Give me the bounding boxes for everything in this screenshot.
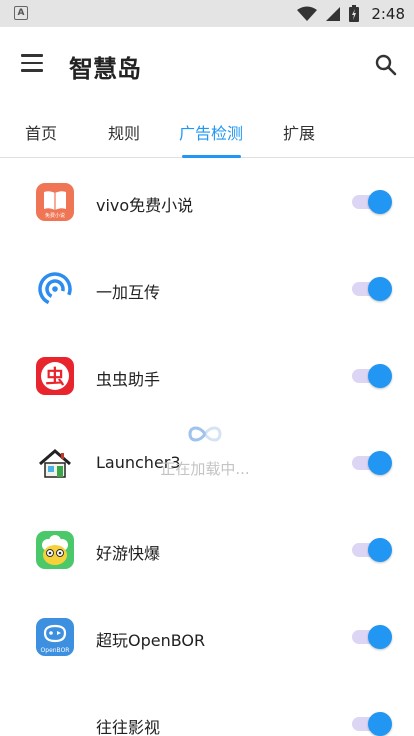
app-name: 虫虫助手 — [96, 370, 161, 389]
toggle-switch[interactable] — [352, 451, 392, 475]
clock: 2:48 — [371, 4, 405, 23]
launcher-house-icon — [36, 444, 74, 482]
list-item[interactable]: 一加互传 — [0, 245, 414, 332]
oneplus-share-icon — [36, 270, 74, 308]
battery-icon — [349, 5, 360, 22]
list-item[interactable]: 往往影视 — [0, 680, 414, 736]
app-name: vivo免费小说 — [96, 196, 194, 215]
svg-text:免费小说: 免费小说 — [45, 212, 65, 219]
signal-icon — [326, 6, 341, 21]
list-item[interactable]: 虫 虫虫助手 — [0, 332, 414, 419]
list-item[interactable]: OpenBOR 超玩OpenBOR — [0, 593, 414, 680]
loading-text: 正在加载中... — [160, 460, 250, 478]
chongchong-icon: 虫 — [36, 357, 74, 395]
toggle-switch[interactable] — [352, 190, 392, 214]
app-name: 一加互传 — [96, 283, 161, 302]
toggle-switch[interactable] — [352, 538, 392, 562]
openbor-icon: OpenBOR — [36, 618, 74, 656]
app-bar: 智慧岛 — [0, 27, 414, 102]
tab-bar: 首页 规则 广告检测 扩展 — [0, 102, 414, 158]
tab-ad-detection[interactable]: 广告检测 — [179, 120, 243, 144]
list-item[interactable]: 免费小说 vivo免费小说 — [0, 158, 414, 245]
notification-a-icon: A — [14, 6, 28, 20]
app-name: 往往影视 — [96, 718, 161, 736]
svg-text:OpenBOR: OpenBOR — [41, 647, 70, 654]
infinity-spinner-icon — [188, 426, 222, 442]
app-name: 好游快爆 — [96, 544, 161, 563]
tab-home[interactable]: 首页 — [25, 120, 57, 144]
toggle-switch[interactable] — [352, 364, 392, 388]
tab-rules[interactable]: 规则 — [108, 120, 140, 144]
tab-extensions[interactable]: 扩展 — [283, 120, 315, 144]
status-icons: 2:48 — [297, 0, 405, 27]
app-name: 超玩OpenBOR — [96, 631, 206, 650]
toggle-switch[interactable] — [352, 712, 392, 736]
wifi-icon — [297, 6, 318, 21]
svg-text:虫: 虫 — [45, 365, 64, 388]
haoyou-icon — [36, 531, 74, 569]
page-title: 智慧岛 — [69, 55, 141, 83]
toggle-switch[interactable] — [352, 277, 392, 301]
menu-icon[interactable] — [21, 54, 43, 72]
status-bar: A 2:48 — [0, 0, 414, 27]
vivo-novel-icon: 免费小说 — [36, 183, 74, 221]
search-icon[interactable] — [374, 53, 398, 77]
list-item[interactable]: 好游快爆 — [0, 506, 414, 593]
toggle-switch[interactable] — [352, 625, 392, 649]
